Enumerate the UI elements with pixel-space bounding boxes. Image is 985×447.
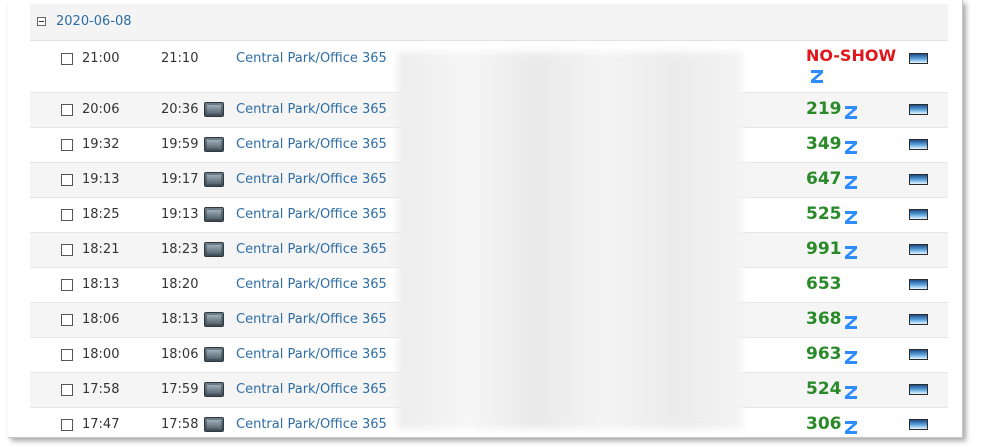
monitor-icon: [204, 102, 224, 117]
start-time: 18:06: [82, 312, 120, 327]
participant-count: 963: [806, 344, 842, 364]
screen-preview-icon[interactable]: [909, 384, 928, 395]
participant-count: 653: [806, 274, 842, 294]
room-link[interactable]: Central Park/Office 365: [236, 242, 387, 257]
zoom-icon: [842, 348, 860, 366]
screen-preview-icon[interactable]: [909, 139, 928, 150]
start-time: 18:21: [82, 242, 120, 257]
row-checkbox[interactable]: [61, 279, 73, 291]
monitor-icon: [204, 417, 224, 432]
zoom-icon: [842, 138, 860, 156]
screen-preview-icon[interactable]: [909, 53, 928, 64]
room-link[interactable]: Central Park/Office 365: [236, 172, 387, 187]
start-time: 18:00: [82, 347, 120, 362]
participant-count: 647: [806, 169, 842, 189]
participant-count: 219: [806, 99, 842, 119]
room-link[interactable]: Central Park/Office 365: [236, 382, 387, 397]
row-checkbox[interactable]: [61, 314, 73, 326]
zoom-icon: [808, 67, 826, 85]
participant-count: 525: [806, 204, 842, 224]
screen-preview-icon[interactable]: [909, 314, 928, 325]
room-link[interactable]: Central Park/Office 365: [236, 312, 387, 327]
end-time: 17:59: [161, 382, 199, 397]
start-time: 19:13: [82, 172, 120, 187]
row-checkbox[interactable]: [61, 419, 73, 431]
monitor-icon: [204, 172, 224, 187]
zoom-icon: [842, 173, 860, 191]
room-link[interactable]: Central Park/Office 365: [236, 277, 387, 292]
zoom-icon: [842, 313, 860, 331]
end-time: 19:13: [161, 207, 199, 222]
start-time: 19:32: [82, 137, 120, 152]
meetings-list: 2020-06-08 21:00 21:10 Central Park/Office…: [30, 0, 948, 437]
row-checkbox[interactable]: [61, 349, 73, 361]
room-link[interactable]: Central Park/Office 365: [236, 417, 387, 432]
end-time: 17:58: [161, 417, 199, 432]
monitor-icon: [204, 242, 224, 257]
end-time: 21:10: [161, 51, 199, 66]
room-link[interactable]: Central Park/Office 365: [236, 347, 387, 362]
screen-preview-icon[interactable]: [909, 209, 928, 220]
start-time: 17:47: [82, 417, 120, 432]
zoom-icon: [842, 243, 860, 261]
participant-count: 991: [806, 239, 842, 259]
monitor-icon: [204, 207, 224, 222]
row-checkbox[interactable]: [61, 209, 73, 221]
end-time: 19:59: [161, 137, 199, 152]
monitor-icon: [204, 347, 224, 362]
screen-preview-icon[interactable]: [909, 174, 928, 185]
zoom-icon: [842, 418, 860, 436]
row-checkbox[interactable]: [61, 104, 73, 116]
participant-count: 524: [806, 379, 842, 399]
room-link[interactable]: Central Park/Office 365: [236, 137, 387, 152]
row-checkbox[interactable]: [61, 244, 73, 256]
monitor-icon: [204, 137, 224, 152]
room-link[interactable]: Central Park/Office 365: [236, 51, 387, 66]
room-link[interactable]: Central Park/Office 365: [236, 102, 387, 117]
end-time: 18:20: [161, 277, 199, 292]
monitor-icon: [204, 382, 224, 397]
end-time: 18:23: [161, 242, 199, 257]
screen-preview-icon[interactable]: [909, 419, 928, 430]
start-time: 18:25: [82, 207, 120, 222]
row-checkbox[interactable]: [61, 139, 73, 151]
screen-preview-icon[interactable]: [909, 279, 928, 290]
zoom-icon: [842, 103, 860, 121]
screen-preview-icon[interactable]: [909, 244, 928, 255]
screen-preview-icon[interactable]: [909, 349, 928, 360]
monitor-icon: [204, 312, 224, 327]
end-time: 20:36: [161, 102, 199, 117]
end-time: 19:17: [161, 172, 199, 187]
meetings-panel-frame: 2020-06-08 21:00 21:10 Central Park/Office…: [8, 0, 963, 438]
start-time: 18:13: [82, 277, 120, 292]
participant-count: 306: [806, 414, 842, 434]
end-time: 18:13: [161, 312, 199, 327]
start-time: 20:06: [82, 102, 120, 117]
no-show-status: NO-SHOW: [806, 46, 897, 65]
end-time: 18:06: [161, 347, 199, 362]
participant-count: 349: [806, 134, 842, 154]
blurred-content-region: [398, 52, 742, 429]
room-link[interactable]: Central Park/Office 365: [236, 207, 387, 222]
group-date-label: 2020-06-08: [56, 14, 132, 29]
row-checkbox[interactable]: [61, 174, 73, 186]
row-checkbox[interactable]: [61, 53, 73, 65]
row-checkbox[interactable]: [61, 384, 73, 396]
screen-preview-icon[interactable]: [909, 104, 928, 115]
start-time: 21:00: [82, 51, 120, 66]
start-time: 17:58: [82, 382, 120, 397]
date-group-header[interactable]: 2020-06-08: [30, 4, 948, 41]
participant-count: 368: [806, 309, 842, 329]
collapse-icon[interactable]: [37, 17, 46, 26]
zoom-icon: [842, 208, 860, 226]
zoom-icon: [842, 383, 860, 401]
